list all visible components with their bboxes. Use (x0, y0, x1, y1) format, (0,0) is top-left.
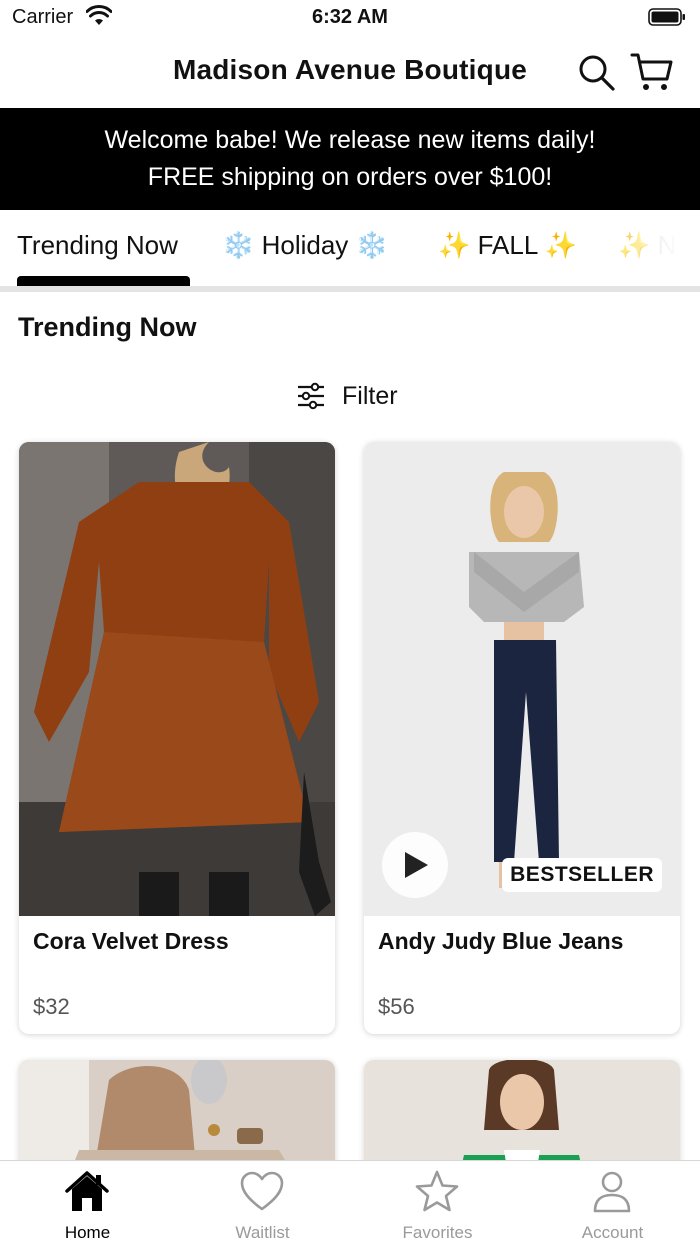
cart-icon[interactable] (630, 50, 674, 94)
filter-label: Filter (342, 381, 398, 410)
nav-home-label: Home (64, 1223, 111, 1242)
app-header: Madison Avenue Boutique (0, 36, 700, 108)
bottom-tab-bar: Home Waitlist Favorites Account (0, 1160, 700, 1244)
star-icon (415, 1170, 459, 1212)
tabs-fade-overlay (590, 210, 700, 288)
status-bar: Carrier 6:32 AM (0, 0, 700, 36)
filter-button[interactable]: Filter (296, 376, 398, 416)
category-tabs: Trending Now ❄️ Holiday ❄️ ✨ FALL ✨ ✨ N (0, 210, 700, 288)
person-icon (593, 1171, 631, 1213)
product-image (19, 442, 335, 916)
nav-waitlist-label: Waitlist (235, 1223, 290, 1242)
product-price: $32 (33, 994, 70, 1019)
product-name: Cora Velvet Dress (33, 928, 229, 954)
tab-fall[interactable]: ✨ FALL ✨ (438, 230, 577, 261)
nav-home[interactable]: Home (0, 1161, 175, 1244)
section-title: Trending Now (18, 312, 197, 342)
product-card[interactable]: Cora Velvet Dress $32 (19, 442, 335, 1034)
sliders-icon (298, 382, 324, 410)
banner-line-1: Welcome babe! We release new items daily… (104, 126, 596, 154)
product-name: Andy Judy Blue Jeans (378, 928, 624, 954)
tab-holiday[interactable]: ❄️ Holiday ❄️ (222, 230, 388, 261)
home-icon (65, 1171, 109, 1211)
heart-icon (240, 1171, 284, 1211)
product-card[interactable]: BESTSELLER Andy Judy Blue Jeans $56 (364, 442, 680, 1034)
video-play-button[interactable] (382, 832, 448, 898)
nav-favorites[interactable]: Favorites (350, 1161, 525, 1244)
nav-account[interactable]: Account (525, 1161, 700, 1244)
nav-account-label: Account (581, 1223, 644, 1242)
nav-waitlist[interactable]: Waitlist (175, 1161, 350, 1244)
search-icon[interactable] (576, 52, 616, 92)
play-icon (405, 852, 428, 878)
battery-icon (648, 8, 685, 26)
nav-favorites-label: Favorites (402, 1223, 473, 1242)
bestseller-badge: BESTSELLER (502, 858, 662, 892)
selected-tab-indicator (17, 276, 190, 286)
status-time: 6:32 AM (312, 6, 388, 28)
promo-banner: Welcome babe! We release new items daily… (0, 108, 700, 210)
tabs-divider (0, 286, 700, 292)
banner-line-2: FREE shipping on orders over $100! (147, 163, 553, 191)
tab-trending-now[interactable]: Trending Now (17, 230, 178, 261)
product-price: $56 (378, 994, 415, 1019)
